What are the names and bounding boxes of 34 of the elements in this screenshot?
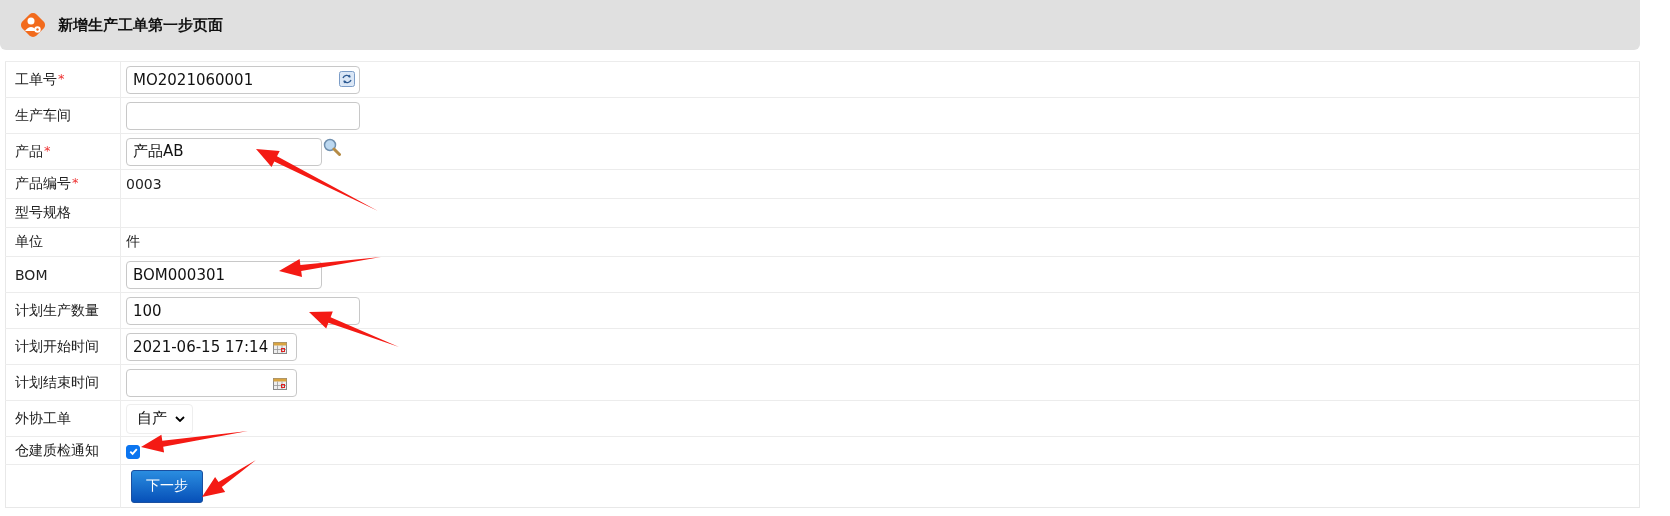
field-label: 产品 [15,142,43,159]
input-field[interactable]: 产品AB [126,137,322,166]
select-dropdown[interactable]: 自产 [126,403,193,434]
next-button[interactable]: 下一步 [131,469,203,503]
calendar-icon[interactable] [273,377,287,390]
required-asterisk: * [58,70,65,86]
annotation-arrow [202,460,256,497]
field-value: 0003 [126,176,162,192]
search-icon[interactable] [323,137,341,156]
field-label: BOM [15,266,48,283]
date-field[interactable]: 2021-06-15 17:14 [126,332,297,361]
field-label: 生产车间 [15,106,71,123]
field-label: 计划结束时间 [15,373,99,390]
checkbox[interactable] [126,444,140,459]
chevron-down-icon [175,415,185,422]
field-label: 单位 [15,233,43,249]
input-field[interactable]: 100 [126,296,360,325]
field-label: 外协工单 [15,409,71,426]
required-asterisk: * [44,142,51,158]
field-label: 仓建质检通知 [15,441,99,458]
input-field[interactable]: BOM000301 [126,260,322,289]
field-label: 计划开始时间 [15,337,99,354]
field-label: 计划生产数量 [15,301,99,318]
field-label: 工单号 [15,70,57,87]
calendar-icon[interactable] [273,341,287,354]
field-value: 件 [126,233,140,249]
input-field[interactable] [126,101,360,130]
date-field[interactable] [126,368,297,397]
required-asterisk: * [72,175,79,190]
page-title: 新增生产工单第一步页面 [58,15,223,35]
refresh-icon[interactable] [339,70,355,87]
field-label: 产品编号 [15,175,71,191]
field-label: 型号规格 [15,204,71,220]
input-field[interactable]: MO2021060001 [126,65,360,94]
